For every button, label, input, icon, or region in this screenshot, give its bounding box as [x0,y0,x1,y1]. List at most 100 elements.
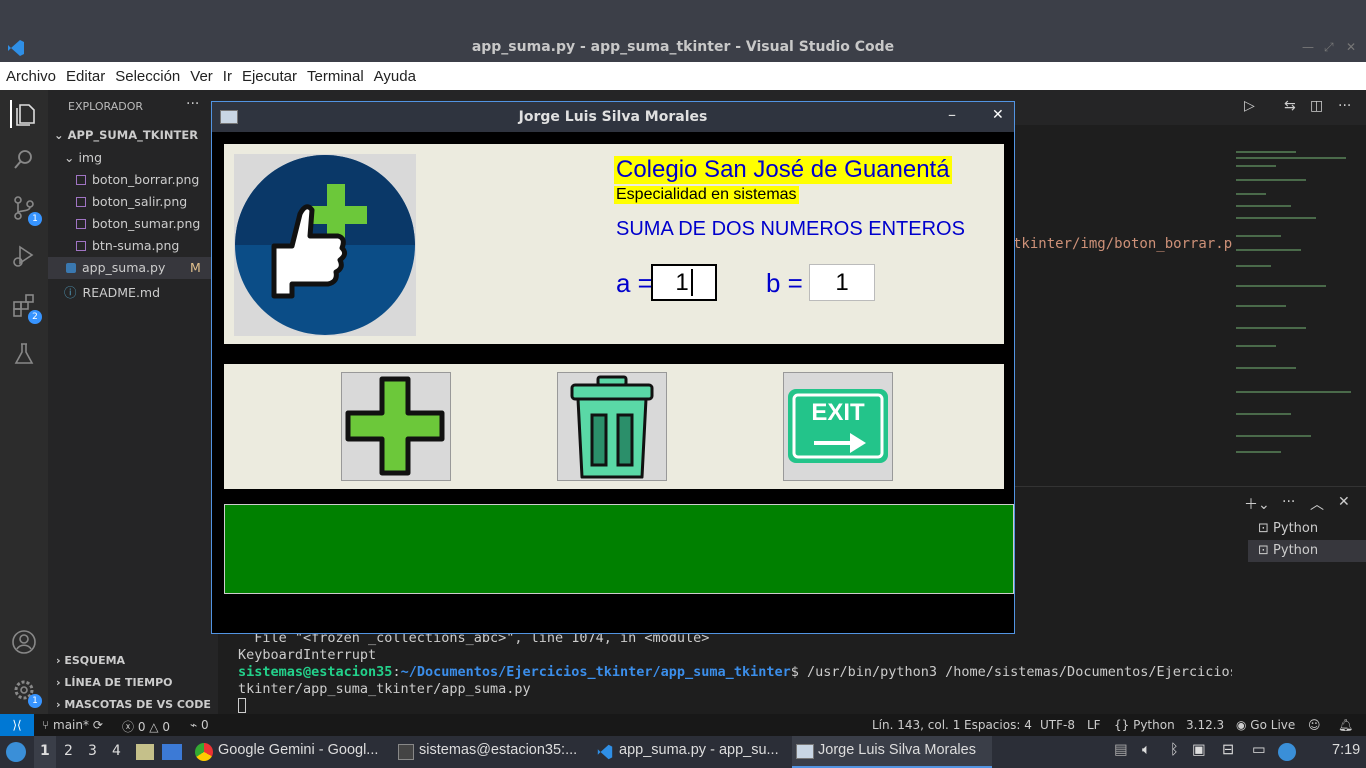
encoding[interactable]: UTF-8 [1040,718,1075,732]
section-esquema[interactable]: › ESQUEMA [56,654,125,667]
status-bar: ⟩⟨ ⑂ main* ⟳ ⓧ 0 △ 0 ⌁ 0 Lín. 143, col. … [0,714,1366,736]
compare-icon[interactable]: ⇆ [1284,98,1296,114]
remote-icon[interactable]: ⟩⟨ [0,714,34,736]
files-icon[interactable] [136,744,154,760]
file-label: btn-suma.png [92,238,180,253]
minimap[interactable] [1232,145,1360,485]
workspace-2[interactable]: 2 [64,743,73,759]
menu-ver[interactable]: Ver [190,68,213,85]
extensions-badge: 2 [28,310,42,324]
file-boton-sumar[interactable]: boton_sumar.png [76,216,200,231]
close-icon[interactable]: ✕ [1346,40,1356,54]
split-editor-icon[interactable]: ◫ [1310,98,1323,114]
file-app-suma[interactable]: app_suma.py M [48,257,218,279]
manage-badge: 1 [28,694,42,708]
manage-gear-icon[interactable]: 1 [10,676,42,708]
workspace-4[interactable]: 4 [112,743,121,759]
branch-item[interactable]: ⑂ main* ⟳ [42,718,103,732]
search-icon[interactable] [10,146,38,174]
menu-terminal[interactable]: Terminal [307,68,364,85]
prompt-path: ~/Documentos/Ejercicios_tkinter/app_suma… [400,664,791,680]
menu-ir[interactable]: Ir [223,68,232,85]
code-line[interactable]: tkinter/img/boton_borrar.p [1013,236,1232,252]
language-mode[interactable]: {} Python [1114,718,1175,732]
explorer-sidebar: EXPLORADOR ··· ⌄ APP_SUMA_TKINTER ⌄ img … [48,90,218,714]
file-label: boton_salir.png [92,194,188,209]
cursor-position[interactable]: Lín. 143, col. 1 [872,718,960,732]
source-control-icon[interactable]: 1 [10,194,42,226]
start-menu-icon[interactable] [6,742,26,762]
workspace-1[interactable]: 1 [40,743,50,759]
sum-button[interactable] [341,372,451,481]
file-readme[interactable]: ⓘ README.md [64,282,160,301]
tk-close-icon[interactable]: ✕ [992,107,1004,123]
input-b[interactable]: 1 [809,264,875,301]
updates-icon[interactable] [1278,743,1296,761]
menu-archivo[interactable]: Archivo [6,68,56,85]
notifications-bell-icon[interactable]: 🔔︎ [1338,718,1353,732]
menu-ejecutar[interactable]: Ejecutar [242,68,297,85]
menu-editar[interactable]: Editar [66,68,105,85]
tk-window-icon [796,744,814,759]
exit-button[interactable]: EXIT [783,372,893,481]
task-vscode[interactable]: app_suma.py - app_su... [619,742,779,758]
file-btn-suma[interactable]: btn-suma.png [76,238,179,253]
desktop-icon[interactable] [162,744,182,760]
section-timeline[interactable]: › LÍNEA DE TIEMPO [56,676,172,689]
terminal-icon: ⊡ [1258,543,1274,558]
terminal-tab-2[interactable]: ⊡ Python [1258,543,1318,558]
img-folder[interactable]: ⌄ img [64,150,102,165]
thumbs-up-plus-icon [235,155,415,335]
go-live[interactable]: ◉ Go Live [1236,718,1295,732]
tk-minimize-icon[interactable]: – [948,105,956,124]
task-terminal[interactable]: sistemas@estacion35:... [419,742,577,758]
panel-more-icon[interactable]: ··· [1282,494,1295,510]
file-label: boton_borrar.png [92,172,200,187]
project-folder[interactable]: ⌄ APP_SUMA_TKINTER [54,128,198,142]
clock[interactable]: 7:19 [1332,742,1360,758]
file-label: boton_sumar.png [92,216,201,231]
terminal-tab-1[interactable]: ⊡ Python [1258,521,1318,536]
menu-seleccion[interactable]: Selección [115,68,180,85]
trash-icon[interactable]: ▤ [1114,742,1128,758]
minimize-icon[interactable]: — [1302,40,1314,54]
more-icon[interactable]: ··· [1338,98,1351,114]
task-tk-app[interactable]: Jorge Luis Silva Morales [818,742,976,758]
menu-ayuda[interactable]: Ayuda [374,68,416,85]
run-icon[interactable]: ▷ [1244,98,1255,114]
eol[interactable]: LF [1087,718,1101,732]
clipboard-icon[interactable]: ▣ [1192,742,1206,758]
bluetooth-icon[interactable]: ᛒ [1170,742,1179,758]
feedback-icon[interactable]: ☺ [1308,718,1321,732]
extensions-icon[interactable]: 2 [10,292,42,324]
maximize-icon[interactable]: ⤢ [1324,40,1334,55]
section-pets[interactable]: › MASCOTAS DE VS CODE [56,698,211,711]
maximize-panel-icon[interactable]: ︿ [1310,494,1324,514]
problems-item[interactable]: ⓧ 0 △ 0 [122,718,170,735]
more-actions-icon[interactable]: ··· [186,96,199,112]
indentation[interactable]: Espacios: 4 [964,718,1032,732]
explorer-header: EXPLORADOR [68,100,144,113]
workspace-3[interactable]: 3 [88,743,97,759]
input-a[interactable]: 1 [651,264,717,301]
new-terminal-icon[interactable]: ＋⌄ [1244,494,1270,514]
ports-item[interactable]: ⌁ 0 [190,718,209,732]
run-debug-icon[interactable] [10,242,38,270]
python-version[interactable]: 3.12.3 [1186,718,1224,732]
close-panel-icon[interactable]: ✕ [1338,494,1350,510]
image-file-icon [76,175,86,185]
network-icon[interactable]: ⊟ [1222,742,1234,758]
image-file-icon [76,241,86,251]
volume-icon[interactable]: 🔈︎ [1142,742,1151,758]
terminal-command: $ /usr/bin/python3 /home/sistemas/Docume… [790,664,1232,680]
account-icon[interactable] [10,628,38,656]
battery-icon[interactable]: ▭ [1252,742,1266,758]
file-boton-salir[interactable]: boton_salir.png [76,194,187,209]
task-gemini[interactable]: Google Gemini - Googl... [218,742,378,758]
tk-titlebar[interactable]: Jorge Luis Silva Morales – ✕ [212,102,1014,132]
file-boton-borrar[interactable]: boton_borrar.png [76,172,199,187]
input-a-value: 1 [675,269,689,296]
testing-flask-icon[interactable] [10,340,38,368]
clear-button[interactable] [557,372,667,481]
explorer-icon[interactable] [10,100,38,128]
